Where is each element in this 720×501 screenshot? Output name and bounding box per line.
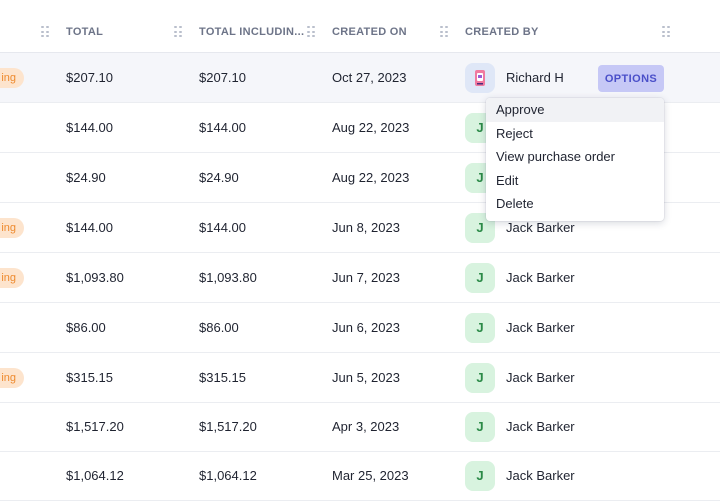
status-badge: ing	[0, 368, 24, 388]
created-by-cell: Jack Barker	[506, 370, 575, 385]
user-photo-icon	[475, 69, 485, 86]
created-on-cell: Jun 8, 2023	[332, 220, 400, 235]
purchase-orders-table: TOTAL TOTAL INCLUDIN... CREATED ON CREAT…	[0, 0, 720, 501]
column-header-total-including[interactable]: TOTAL INCLUDIN...	[199, 26, 304, 38]
column-header-total[interactable]: TOTAL	[66, 26, 103, 38]
created-on-cell: Jun 6, 2023	[332, 320, 400, 335]
created-by-cell: Jack Barker	[506, 320, 575, 335]
avatar: J	[465, 460, 495, 491]
created-by-cell: Richard H	[506, 70, 564, 85]
created-by-cell: Jack Barker	[506, 270, 575, 285]
created-on-cell: Jun 7, 2023	[332, 270, 400, 285]
status-badge: ing	[0, 68, 24, 88]
menu-item-delete[interactable]: Delete	[486, 192, 664, 216]
status-badge: ing	[0, 218, 24, 238]
table-row[interactable]: $1,517.20 $1,517.20 Apr 3, 2023 J Jack B…	[0, 402, 720, 452]
total-cell: $1,517.20	[66, 419, 124, 434]
user-photo-avatar	[465, 62, 495, 93]
column-header-created-by[interactable]: CREATED BY	[465, 26, 539, 38]
created-on-cell: Aug 22, 2023	[332, 170, 410, 185]
avatar-cell: J	[465, 253, 495, 302]
avatar-cell: J	[465, 402, 495, 451]
table-row[interactable]: ing $1,093.80 $1,093.80 Jun 7, 2023 J Ja…	[0, 253, 720, 303]
avatar: J	[465, 411, 495, 442]
avatar: J	[465, 362, 495, 393]
avatar-cell: J	[465, 451, 495, 500]
drag-handle-icon[interactable]	[307, 26, 315, 38]
created-by-cell: Jack Barker	[506, 419, 575, 434]
created-on-cell: Jun 5, 2023	[332, 370, 400, 385]
drag-handle-icon[interactable]	[41, 26, 49, 38]
status-badge: ing	[0, 268, 24, 288]
table-row[interactable]: ing $207.10 $207.10 Oct 27, 2023 Richard…	[0, 53, 720, 103]
drag-handle-icon[interactable]	[662, 26, 670, 38]
table-header: TOTAL TOTAL INCLUDIN... CREATED ON CREAT…	[0, 0, 720, 53]
total-including-cell: $144.00	[199, 120, 246, 135]
avatar-cell	[465, 53, 495, 102]
total-cell: $86.00	[66, 320, 106, 335]
created-on-cell: Mar 25, 2023	[332, 468, 409, 483]
drag-handle-icon[interactable]	[174, 26, 182, 38]
total-cell: $144.00	[66, 120, 113, 135]
total-cell: $207.10	[66, 70, 113, 85]
options-menu: Approve Reject View purchase order Edit …	[486, 98, 664, 221]
total-cell: $1,093.80	[66, 270, 124, 285]
avatar: J	[465, 312, 495, 343]
total-including-cell: $207.10	[199, 70, 246, 85]
total-cell: $315.15	[66, 370, 113, 385]
table-row[interactable]: $86.00 $86.00 Jun 6, 2023 J Jack Barker	[0, 303, 720, 353]
created-on-cell: Oct 27, 2023	[332, 70, 407, 85]
total-including-cell: $86.00	[199, 320, 239, 335]
total-including-cell: $315.15	[199, 370, 246, 385]
menu-item-edit[interactable]: Edit	[486, 169, 664, 193]
created-by-cell: Jack Barker	[506, 468, 575, 483]
avatar-cell: J	[465, 353, 495, 402]
menu-item-approve[interactable]: Approve	[486, 98, 664, 122]
created-on-cell: Apr 3, 2023	[332, 419, 400, 434]
drag-handle-icon[interactable]	[440, 26, 448, 38]
options-button[interactable]: OPTIONS	[598, 65, 664, 92]
menu-item-view-purchase-order[interactable]: View purchase order	[486, 145, 664, 169]
avatar-cell: J	[465, 303, 495, 352]
table-row[interactable]: $1,064.12 $1,064.12 Mar 25, 2023 J Jack …	[0, 451, 720, 501]
total-including-cell: $144.00	[199, 220, 246, 235]
total-including-cell: $1,517.20	[199, 419, 257, 434]
avatar: J	[465, 262, 495, 293]
table-row[interactable]: ing $315.15 $315.15 Jun 5, 2023 J Jack B…	[0, 353, 720, 403]
total-including-cell: $1,064.12	[199, 468, 257, 483]
column-header-created-on[interactable]: CREATED ON	[332, 26, 407, 38]
total-cell: $24.90	[66, 170, 106, 185]
total-including-cell: $24.90	[199, 170, 239, 185]
total-including-cell: $1,093.80	[199, 270, 257, 285]
menu-item-reject[interactable]: Reject	[486, 122, 664, 146]
total-cell: $144.00	[66, 220, 113, 235]
created-on-cell: Aug 22, 2023	[332, 120, 410, 135]
total-cell: $1,064.12	[66, 468, 124, 483]
